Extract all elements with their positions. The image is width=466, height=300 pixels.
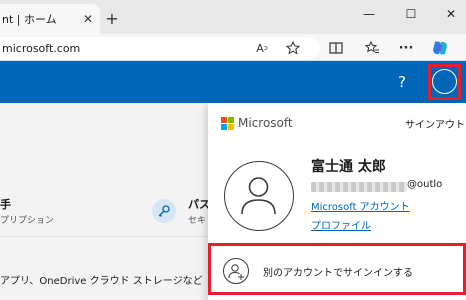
brand-name: Microsoft	[238, 116, 293, 130]
key-icon	[152, 199, 176, 223]
email-redacted	[311, 182, 407, 192]
minimize-button[interactable]: —	[356, 4, 382, 24]
divider	[0, 236, 210, 237]
email-domain: @outlo	[407, 179, 443, 190]
switch-account-button[interactable]: 別のアカウントでサインインする	[208, 243, 466, 295]
account-flyout: Microsoft サインアウト 富士通 太郎 @outlo Microsoft…	[208, 103, 466, 300]
microsoft-account-link[interactable]: Microsoft アカウント	[311, 198, 410, 213]
account-avatar-button[interactable]	[432, 69, 457, 94]
favorites-icon[interactable]	[362, 39, 382, 57]
more-icon[interactable]: ···	[396, 39, 416, 57]
browser-toolbar: microsoft.com Aↄ ···	[0, 34, 466, 61]
favorite-star-icon[interactable]	[283, 39, 303, 57]
card2-subtitle: セキ	[188, 216, 207, 226]
address-bar[interactable]: microsoft.com	[0, 37, 320, 59]
add-user-icon	[223, 258, 249, 284]
app-header: ?	[0, 61, 466, 103]
bottom-description: アプリ、OneDrive クラウド ストレージなど	[0, 276, 203, 287]
help-button[interactable]: ?	[398, 73, 406, 91]
profile-avatar-icon	[224, 161, 294, 231]
tab-title: nt | ホーム	[2, 13, 57, 26]
tab-strip: nt | ホーム ✕ + — ☐ ✕	[0, 0, 466, 34]
address-text: microsoft.com	[2, 41, 81, 55]
copilot-icon[interactable]	[430, 39, 450, 57]
close-window-button[interactable]: ✕	[438, 4, 464, 24]
split-screen-icon[interactable]	[326, 39, 346, 57]
new-tab-button[interactable]: +	[102, 8, 122, 28]
user-name: 富士通 太郎	[311, 159, 386, 175]
card1-title: 手	[0, 198, 11, 211]
maximize-button[interactable]: ☐	[398, 4, 424, 24]
card1-subtitle: プリプション	[0, 216, 55, 226]
microsoft-logo-icon	[221, 117, 234, 130]
read-aloud-icon[interactable]: Aↄ	[252, 39, 272, 57]
card2-title: パス	[188, 198, 210, 211]
sign-out-link[interactable]: サインアウト	[405, 116, 465, 131]
switch-account-label: 別のアカウントでサインインする	[263, 268, 413, 279]
tab-close-icon[interactable]: ✕	[79, 10, 97, 28]
browser-tab[interactable]: nt | ホーム ✕	[0, 4, 100, 34]
profile-link[interactable]: プロファイル	[311, 217, 371, 232]
